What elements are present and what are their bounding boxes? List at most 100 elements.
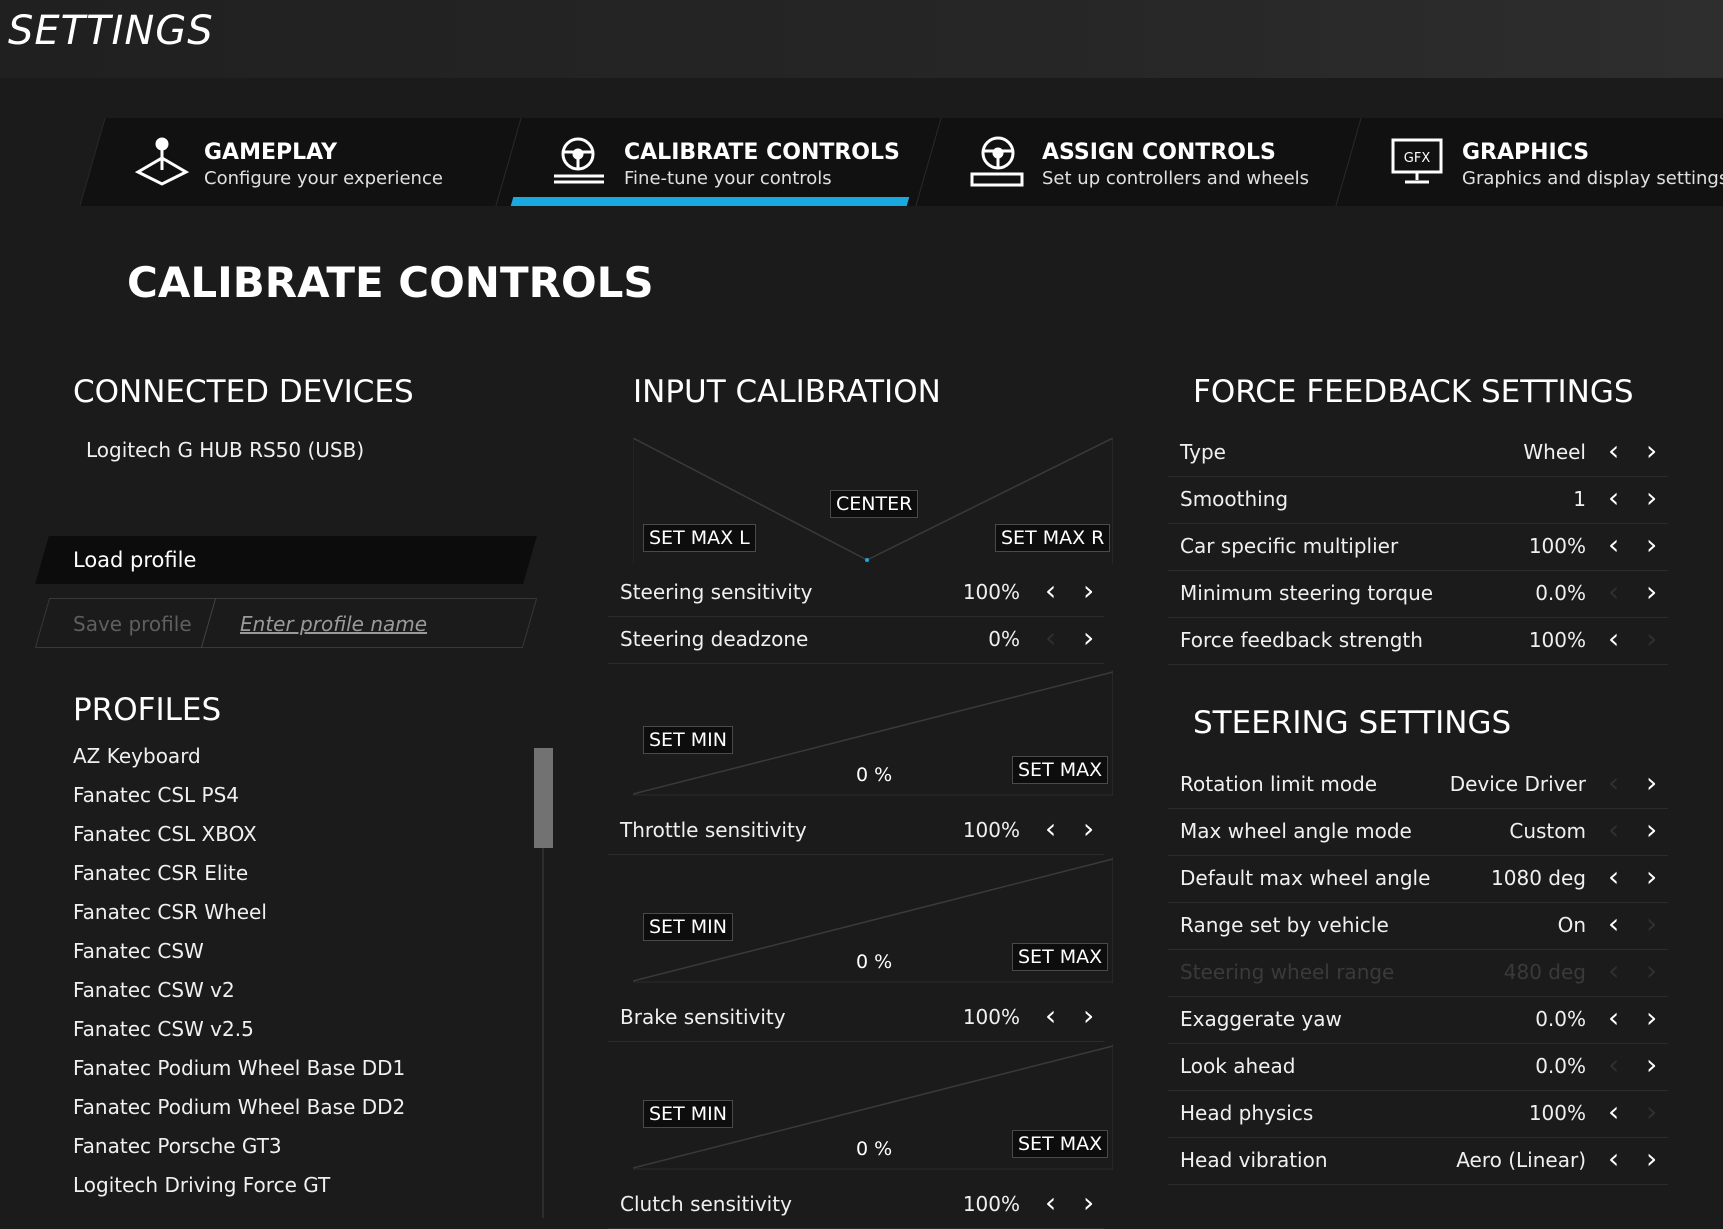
chevron-right-icon[interactable]: › bbox=[1646, 768, 1657, 798]
brake-set-max-button[interactable]: SET MAX bbox=[1012, 943, 1109, 971]
load-profile-button[interactable]: Load profile bbox=[35, 536, 537, 584]
chevron-left-icon[interactable]: ‹ bbox=[1608, 909, 1619, 939]
chevron-left-icon[interactable]: ‹ bbox=[1045, 1188, 1056, 1218]
profile-item[interactable]: Fanatec CSW bbox=[73, 939, 405, 978]
chevron-left-icon[interactable]: ‹ bbox=[1608, 1144, 1619, 1174]
svg-text:GFX: GFX bbox=[1404, 151, 1431, 166]
chevron-left-icon[interactable]: ‹ bbox=[1608, 1097, 1619, 1127]
rotation-limit-mode-row: Rotation limit mode Device Driver ‹ › bbox=[1168, 762, 1668, 809]
settings-title: SETTINGS bbox=[8, 8, 214, 54]
max-wheel-angle-mode-value: Custom bbox=[1509, 819, 1586, 843]
chevron-right-icon[interactable]: › bbox=[1646, 483, 1657, 513]
rotation-limit-mode-label: Rotation limit mode bbox=[1180, 772, 1378, 796]
chevron-left-icon[interactable]: ‹ bbox=[1045, 576, 1056, 606]
chevron-left-icon[interactable]: ‹ bbox=[1608, 530, 1619, 560]
chevron-right-icon[interactable]: › bbox=[1646, 436, 1657, 466]
chevron-right-icon[interactable]: › bbox=[1646, 530, 1657, 560]
profile-item[interactable]: Fanatec CSR Wheel bbox=[73, 900, 405, 939]
ffb-smoothing-label: Smoothing bbox=[1180, 487, 1289, 511]
profiles-scrollbar-thumb[interactable] bbox=[534, 748, 553, 848]
throttle-sensitivity-value: 100% bbox=[962, 818, 1020, 842]
profile-item[interactable]: Fanatec CSR Elite bbox=[73, 861, 405, 900]
tab-assign-controls[interactable]: ASSIGN CONTROLS Set up controllers and w… bbox=[915, 118, 1371, 206]
ffb-smoothing-value: 1 bbox=[1573, 487, 1586, 511]
range-set-by-vehicle-value: On bbox=[1557, 913, 1586, 937]
chevron-left-icon: ‹ bbox=[1608, 1048, 1620, 1081]
steering-wheel-sliders-icon bbox=[554, 137, 604, 184]
chevron-right-icon: › bbox=[1646, 1095, 1658, 1128]
chevron-left-icon[interactable]: ‹ bbox=[1045, 1001, 1056, 1031]
save-profile-row: Save profile Enter profile name bbox=[34, 598, 538, 648]
profile-item[interactable]: Fanatec Porsche GT3 bbox=[73, 1134, 405, 1173]
chevron-right-icon[interactable]: › bbox=[1646, 1003, 1657, 1033]
tab-gameplay-title: GAMEPLAY bbox=[204, 140, 337, 165]
load-profile-label: Load profile bbox=[73, 548, 197, 572]
throttle-sensitivity-label: Throttle sensitivity bbox=[620, 818, 807, 842]
look-ahead-label: Look ahead bbox=[1180, 1054, 1296, 1078]
throttle-set-min-button[interactable]: SET MIN bbox=[643, 726, 733, 754]
look-ahead-value: 0.0% bbox=[1535, 1054, 1586, 1078]
default-max-wheel-angle-row: Default max wheel angle 1080 deg ‹ › bbox=[1168, 856, 1668, 903]
range-set-by-vehicle-label: Range set by vehicle bbox=[1180, 913, 1389, 937]
head-vibration-value: Aero (Linear) bbox=[1456, 1148, 1586, 1172]
rotation-limit-mode-value: Device Driver bbox=[1449, 772, 1586, 796]
chevron-left-icon[interactable]: ‹ bbox=[1608, 483, 1619, 513]
range-set-by-vehicle-row: Range set by vehicle On ‹ › bbox=[1168, 903, 1668, 950]
head-physics-label: Head physics bbox=[1180, 1101, 1314, 1125]
profile-item[interactable]: Fanatec CSL PS4 bbox=[73, 783, 405, 822]
throttle-sensitivity-row: Throttle sensitivity 100% ‹ › bbox=[608, 808, 1104, 855]
profile-item[interactable]: Fanatec Podium Wheel Base DD2 bbox=[73, 1095, 405, 1134]
profile-item[interactable]: Fanatec CSW v2.5 bbox=[73, 1017, 405, 1056]
brake-sensitivity-label: Brake sensitivity bbox=[620, 1005, 786, 1029]
ffb-type-value: Wheel bbox=[1523, 440, 1586, 464]
default-max-wheel-angle-label: Default max wheel angle bbox=[1180, 866, 1431, 890]
chevron-right-icon[interactable]: › bbox=[1646, 815, 1657, 845]
ffb-strength-label: Force feedback strength bbox=[1180, 628, 1423, 652]
profile-item[interactable]: Fanatec Podium Wheel Base DD1 bbox=[73, 1056, 405, 1095]
clutch-set-min-button[interactable]: SET MIN bbox=[643, 1100, 733, 1128]
chevron-left-icon[interactable]: ‹ bbox=[1608, 436, 1619, 466]
chevron-right-icon[interactable]: › bbox=[1083, 1188, 1094, 1218]
chevron-right-icon[interactable]: › bbox=[1646, 862, 1657, 892]
chevron-right-icon[interactable]: › bbox=[1646, 1050, 1657, 1080]
chevron-left-icon: ‹ bbox=[1608, 575, 1620, 608]
save-profile-button[interactable]: Save profile bbox=[73, 612, 192, 636]
brake-sensitivity-row: Brake sensitivity 100% ‹ › bbox=[608, 995, 1104, 1042]
throttle-set-max-button[interactable]: SET MAX bbox=[1012, 756, 1109, 784]
chevron-right-icon[interactable]: › bbox=[1083, 576, 1094, 606]
steering-settings-heading: STEERING SETTINGS bbox=[1193, 705, 1512, 741]
tab-gameplay[interactable]: GAMEPLAY Configure your experience bbox=[79, 118, 535, 206]
steering-sensitivity-label: Steering sensitivity bbox=[620, 580, 813, 604]
look-ahead-row: Look ahead 0.0% ‹ › bbox=[1168, 1044, 1668, 1091]
profile-item[interactable]: AZ Keyboard bbox=[73, 744, 405, 783]
tab-graphics[interactable]: GFX GRAPHICS Graphics and display settin… bbox=[1335, 118, 1723, 206]
chevron-right-icon[interactable]: › bbox=[1083, 1001, 1094, 1031]
profile-item[interactable]: Fanatec CSL XBOX bbox=[73, 822, 405, 861]
chevron-left-icon[interactable]: ‹ bbox=[1608, 624, 1619, 654]
chevron-right-icon[interactable]: › bbox=[1083, 814, 1094, 844]
brake-set-min-button[interactable]: SET MIN bbox=[643, 913, 733, 941]
chevron-right-icon[interactable]: › bbox=[1646, 577, 1657, 607]
brake-value: 0 % bbox=[856, 951, 893, 973]
force-feedback-heading: FORCE FEEDBACK SETTINGS bbox=[1193, 374, 1634, 410]
profile-item[interactable]: Logitech Driving Force GT bbox=[73, 1173, 405, 1212]
chevron-right-icon: › bbox=[1646, 954, 1658, 987]
chevron-right-icon[interactable]: › bbox=[1083, 623, 1094, 653]
tab-graphics-title: GRAPHICS bbox=[1462, 140, 1590, 165]
tab-calibrate-controls[interactable]: CALIBRATE CONTROLS Fine-tune your contro… bbox=[495, 118, 951, 206]
set-max-right-button[interactable]: SET MAX R bbox=[995, 524, 1111, 552]
profile-name-input[interactable]: Enter profile name bbox=[240, 612, 427, 636]
ffb-min-torque-label: Minimum steering torque bbox=[1180, 581, 1434, 605]
input-calibration-heading: INPUT CALIBRATION bbox=[633, 374, 941, 410]
chevron-left-icon[interactable]: ‹ bbox=[1608, 1003, 1619, 1033]
chevron-right-icon[interactable]: › bbox=[1646, 1144, 1657, 1174]
clutch-sensitivity-row: Clutch sensitivity 100% ‹ › bbox=[608, 1182, 1104, 1229]
profile-item[interactable]: Fanatec CSW v2 bbox=[73, 978, 405, 1017]
exaggerate-yaw-row: Exaggerate yaw 0.0% ‹ › bbox=[1168, 997, 1668, 1044]
clutch-set-max-button[interactable]: SET MAX bbox=[1012, 1130, 1109, 1158]
chevron-left-icon[interactable]: ‹ bbox=[1608, 862, 1619, 892]
throttle-value: 0 % bbox=[856, 764, 893, 786]
chevron-left-icon[interactable]: ‹ bbox=[1045, 814, 1056, 844]
center-button[interactable]: CENTER bbox=[830, 490, 919, 518]
set-max-left-button[interactable]: SET MAX L bbox=[643, 524, 756, 552]
